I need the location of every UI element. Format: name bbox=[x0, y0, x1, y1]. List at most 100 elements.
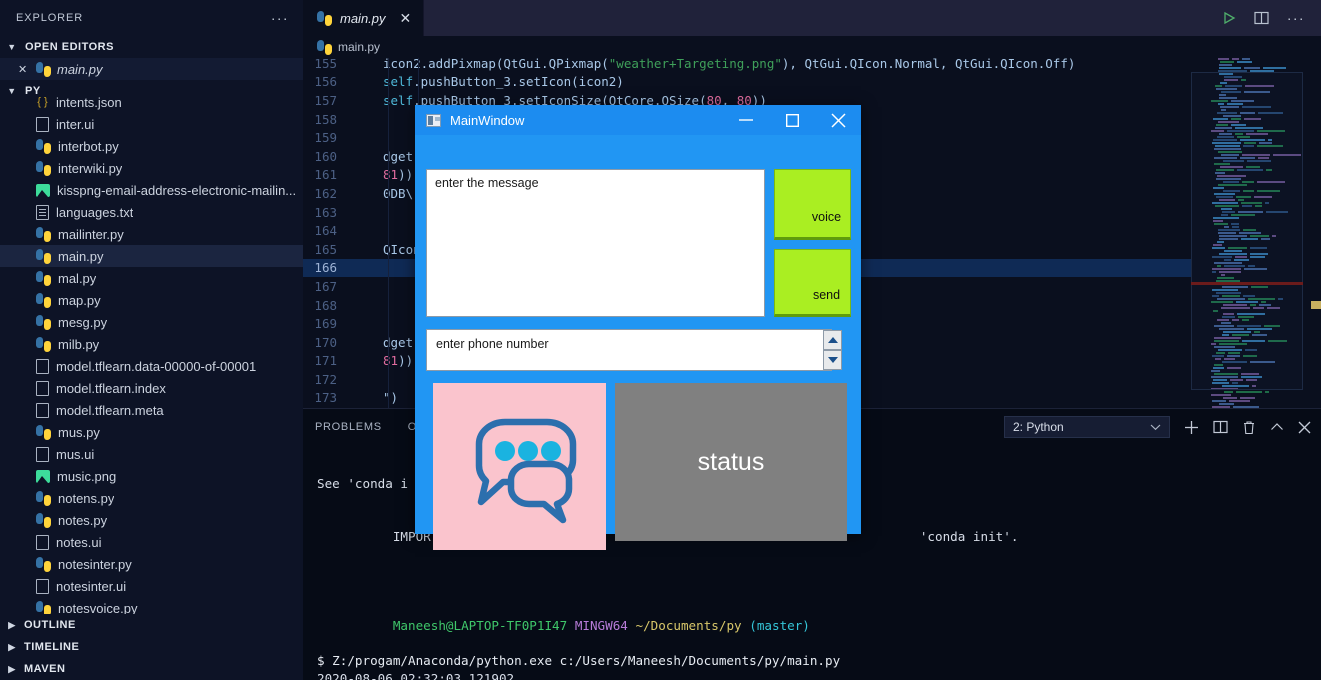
minimize-button[interactable] bbox=[723, 105, 769, 135]
line-number: 161 bbox=[314, 167, 337, 183]
code-text: 81)) bbox=[383, 167, 414, 183]
panel-actions: 2: Python bbox=[1004, 409, 1311, 445]
minimap-slider[interactable] bbox=[1191, 72, 1303, 390]
line-number: 170 bbox=[314, 334, 337, 350]
phone-number-input[interactable]: enter phone number bbox=[426, 329, 832, 371]
scroll-marker bbox=[1311, 301, 1321, 309]
terminal-line: 2020-08-06 02:32:03.121902 bbox=[317, 670, 515, 680]
tab-main-py[interactable]: main.py ✕ bbox=[303, 0, 425, 36]
minimap-cursor-line bbox=[1191, 282, 1303, 285]
file-label: notes.ui bbox=[56, 534, 102, 550]
file-tree-item[interactable]: mal.py bbox=[0, 267, 303, 289]
python-icon bbox=[36, 248, 51, 264]
message-input[interactable]: enter the message bbox=[426, 169, 765, 317]
phone-spinbox[interactable] bbox=[823, 330, 842, 370]
close-button[interactable] bbox=[815, 105, 861, 135]
python-icon bbox=[36, 160, 51, 176]
line-number: 173 bbox=[314, 390, 337, 406]
close-icon[interactable] bbox=[1298, 421, 1311, 434]
file-tree-item[interactable]: notesinter.ui bbox=[0, 575, 303, 597]
file-tree-item[interactable]: interbot.py bbox=[0, 135, 303, 157]
terminal-selector[interactable]: 2: Python bbox=[1004, 416, 1170, 438]
explorer-sidebar: EXPLORER ··· ▼ OPEN EDITORS ✕ main.py ▼ … bbox=[0, 0, 303, 680]
maximize-button[interactable] bbox=[769, 105, 815, 135]
file-label: languages.txt bbox=[56, 204, 134, 220]
file-tree-item[interactable]: { } intents.json bbox=[0, 91, 303, 113]
breadcrumb[interactable]: main.py bbox=[303, 36, 1321, 58]
spin-up-icon[interactable] bbox=[823, 330, 842, 350]
spin-down-icon[interactable] bbox=[823, 350, 842, 370]
line-number: 171 bbox=[314, 353, 337, 369]
file-tree-item[interactable]: milb.py bbox=[0, 333, 303, 355]
plus-icon[interactable] bbox=[1184, 420, 1199, 435]
file-tree-item[interactable]: languages.txt bbox=[0, 201, 303, 223]
tab-problems[interactable]: PROBLEMS bbox=[315, 421, 382, 433]
close-icon[interactable]: ✕ bbox=[400, 10, 412, 27]
section-timeline[interactable]: ▶ TIMELINE bbox=[0, 636, 303, 658]
file-tree[interactable]: { } intents.json inter.ui interbot.py interw… bbox=[0, 91, 303, 614]
ellipsis-icon[interactable]: ··· bbox=[1287, 11, 1305, 25]
editor-scrollbar[interactable] bbox=[1303, 58, 1321, 408]
chevron-down-icon: ▼ bbox=[7, 42, 17, 52]
file-label: model.tflearn.data-00000-of-00001 bbox=[56, 358, 257, 374]
explorer-header: EXPLORER ··· bbox=[0, 0, 303, 36]
file-tree-item[interactable]: mailinter.py bbox=[0, 223, 303, 245]
line-number: 164 bbox=[314, 223, 337, 239]
file-tree-item[interactable]: interwiki.py bbox=[0, 157, 303, 179]
file-tree-item[interactable]: mus.py bbox=[0, 421, 303, 443]
file-label: model.tflearn.meta bbox=[56, 402, 164, 418]
file-tree-item[interactable]: map.py bbox=[0, 289, 303, 311]
minimap[interactable] bbox=[1191, 58, 1303, 408]
section-maven[interactable]: ▶ MAVEN bbox=[0, 658, 303, 680]
code-text: ") bbox=[383, 390, 399, 406]
file-tree-item[interactable]: mus.ui bbox=[0, 443, 303, 465]
file-tree-item[interactable]: main.py bbox=[0, 245, 303, 267]
file-label: notesvoice.py bbox=[58, 600, 138, 615]
file-tree-item[interactable]: model.tflearn.data-00000-of-00001 bbox=[0, 355, 303, 377]
file-tree-item[interactable]: mesg.py bbox=[0, 311, 303, 333]
qt-titlebar[interactable]: MainWindow bbox=[415, 105, 861, 135]
file-tree-item[interactable]: music.png bbox=[0, 465, 303, 487]
tabbar-spacer bbox=[424, 0, 1206, 36]
file-tree-item[interactable]: notesinter.py bbox=[0, 553, 303, 575]
close-icon[interactable]: ✕ bbox=[18, 63, 30, 76]
split-icon[interactable] bbox=[1213, 420, 1228, 434]
file-label: notens.py bbox=[58, 490, 115, 506]
chevron-up-icon[interactable] bbox=[1270, 422, 1284, 432]
section-outline[interactable]: ▶ OUTLINE bbox=[0, 614, 303, 636]
open-editor-label: main.py bbox=[57, 61, 103, 77]
file-label: mus.py bbox=[58, 424, 100, 440]
file-tree-item[interactable]: model.tflearn.meta bbox=[0, 399, 303, 421]
open-editor-item-main-py[interactable]: ✕ main.py bbox=[0, 58, 303, 80]
code-line: 156 self.pushButton_3.setIcon(icon2) bbox=[303, 73, 1321, 92]
file-label: milb.py bbox=[58, 336, 100, 352]
section-label: OPEN EDITORS bbox=[25, 41, 114, 53]
file-tree-item[interactable]: inter.ui bbox=[0, 113, 303, 135]
tab-label: main.py bbox=[340, 10, 386, 26]
qt-mainwindow-dialog[interactable]: MainWindow enter the message voice send … bbox=[415, 105, 861, 550]
section-label: OUTLINE bbox=[24, 619, 76, 631]
terminal-command: $ Z:/progam/Anaconda/python.exe c:/Users… bbox=[317, 653, 841, 669]
file-tree-item[interactable]: notens.py bbox=[0, 487, 303, 509]
line-number: 156 bbox=[314, 74, 337, 90]
file-label: mal.py bbox=[58, 270, 97, 286]
section-open-editors[interactable]: ▼ OPEN EDITORS bbox=[0, 36, 303, 58]
trash-icon[interactable] bbox=[1242, 420, 1256, 435]
split-editor-icon[interactable] bbox=[1254, 11, 1269, 25]
chevron-down-icon bbox=[1150, 420, 1161, 434]
file-tree-item[interactable]: notesvoice.py bbox=[0, 597, 303, 614]
file-tree-item[interactable]: model.tflearn.index bbox=[0, 377, 303, 399]
file-icon bbox=[36, 402, 49, 418]
file-tree-item[interactable]: notes.py bbox=[0, 509, 303, 531]
ellipsis-icon[interactable]: ··· bbox=[271, 11, 289, 25]
line-number: 157 bbox=[314, 92, 337, 108]
code-text: dget) bbox=[383, 148, 421, 164]
file-tree-item[interactable]: kisspng-email-address-electronic-mailin.… bbox=[0, 179, 303, 201]
play-icon[interactable] bbox=[1222, 11, 1236, 25]
voice-button[interactable]: voice bbox=[774, 169, 851, 240]
file-label: kisspng-email-address-electronic-mailin.… bbox=[57, 182, 297, 198]
file-icon bbox=[36, 358, 49, 374]
send-button[interactable]: send bbox=[774, 249, 851, 317]
python-icon bbox=[36, 61, 51, 77]
file-tree-item[interactable]: notes.ui bbox=[0, 531, 303, 553]
